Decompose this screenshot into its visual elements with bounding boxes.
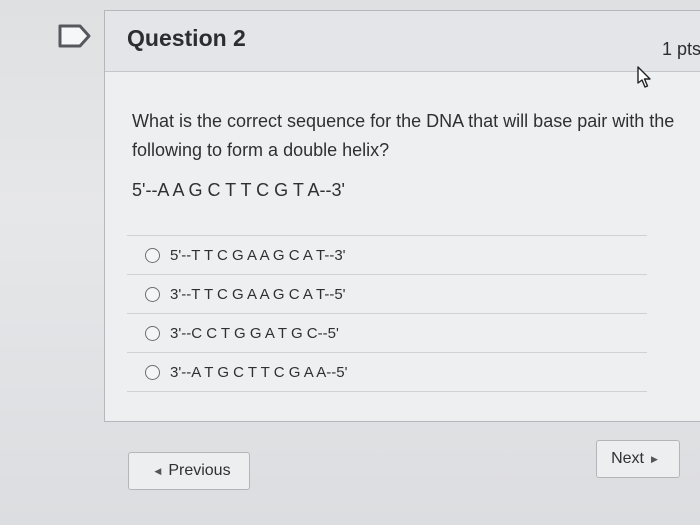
answer-label: 3'--C C T G G A T G C--5'	[170, 324, 339, 342]
dna-sequence: 5'--A A G C T T C G T A--3'	[132, 180, 345, 200]
question-card: Question 2 1 pts What is the correct seq…	[104, 10, 700, 422]
answer-list: 5'--T T C G A A G C A T--3' 3'--T T C G …	[127, 235, 647, 392]
previous-label: Previous	[168, 462, 231, 479]
answer-option-3[interactable]: 3'--C C T G G A T G C--5'	[127, 313, 647, 352]
answer-option-2[interactable]: 3'--T T C G A A G C A T--5'	[127, 274, 647, 313]
quiz-screen: Question 2 1 pts What is the correct seq…	[0, 0, 700, 525]
answer-label: 5'--T T C G A A G C A T--3'	[170, 246, 346, 264]
mouse-pointer-icon	[637, 66, 651, 88]
radio-button[interactable]	[145, 247, 160, 263]
left-triangle-icon: ◀	[154, 465, 162, 476]
next-label: Next	[611, 450, 644, 467]
radio-button[interactable]	[145, 325, 160, 341]
question-title: Question 2	[127, 25, 246, 51]
next-button[interactable]: Next ▶	[596, 440, 680, 478]
answer-label: 3'--A T G C T T C G A A--5'	[170, 363, 348, 381]
radio-button[interactable]	[145, 286, 160, 302]
question-points: 1 pts	[662, 39, 700, 59]
right-triangle-icon: ▶	[650, 453, 658, 464]
previous-button[interactable]: ◀ Previous	[128, 452, 250, 490]
flag-bookmark-icon[interactable]	[58, 24, 92, 48]
radio-button[interactable]	[145, 364, 160, 380]
answer-label: 3'--T T C G A A G C A T--5'	[170, 285, 346, 303]
answer-option-4[interactable]: 3'--A T G C T T C G A A--5'	[127, 352, 647, 392]
question-header: Question 2 1 pts	[105, 11, 700, 72]
question-prompt: What is the correct sequence for the DNA…	[132, 111, 675, 160]
answer-option-1[interactable]: 5'--T T C G A A G C A T--3'	[127, 235, 647, 274]
